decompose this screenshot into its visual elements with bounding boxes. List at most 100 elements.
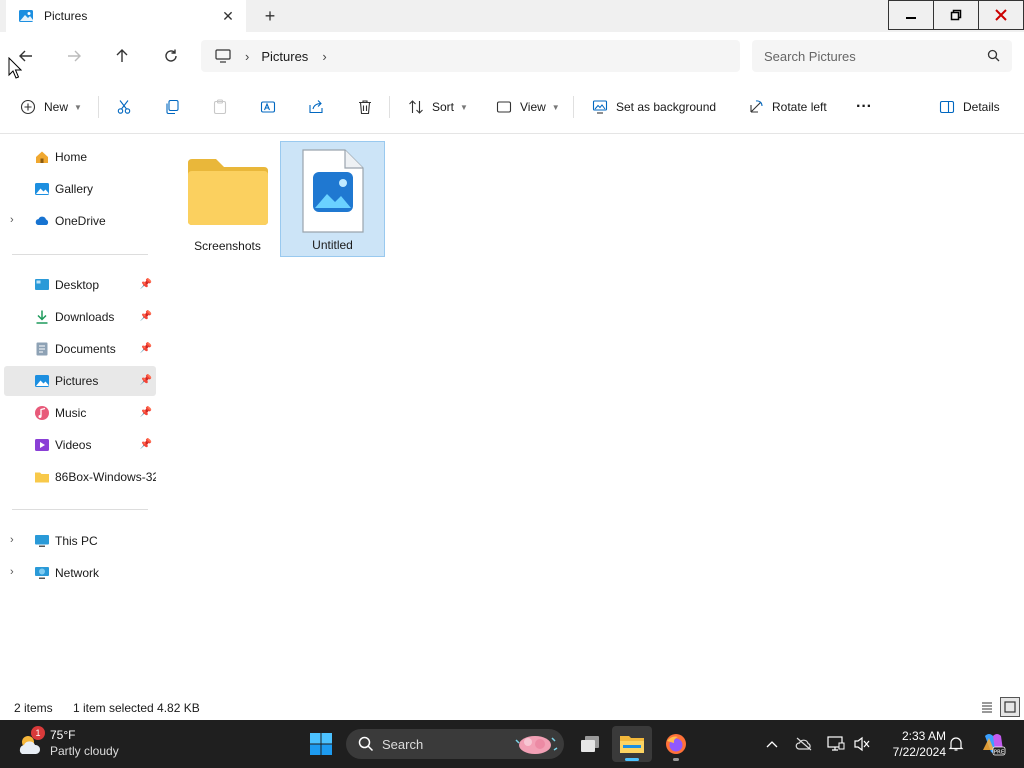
- view-icon: [496, 101, 512, 113]
- breadcrumb-chevron-icon[interactable]: ›: [322, 49, 326, 64]
- nav-item-86box-folder[interactable]: 86Box-Windows-32: [4, 462, 156, 492]
- refresh-button[interactable]: [159, 44, 183, 68]
- nav-item-desktop[interactable]: Desktop 📌: [4, 270, 156, 300]
- nav-label: Documents: [55, 342, 116, 356]
- tab-pictures[interactable]: Pictures ✕: [6, 0, 246, 32]
- cut-button[interactable]: [116, 95, 140, 119]
- breadcrumb-chevron-icon[interactable]: ›: [245, 49, 249, 64]
- close-tab-icon[interactable]: ✕: [220, 8, 236, 24]
- show-hidden-icons-button[interactable]: [762, 734, 782, 754]
- large-icons-view-toggle[interactable]: [1000, 697, 1020, 717]
- folder-icon: [35, 472, 49, 483]
- weather-widget[interactable]: 1 75°F Partly cloudy: [16, 726, 136, 762]
- status-bar: 2 items 1 item selected 4.82 KB: [0, 696, 1024, 720]
- pin-icon[interactable]: 📌: [140, 407, 152, 418]
- more-options-button[interactable]: ···: [856, 95, 872, 119]
- nav-item-downloads[interactable]: Downloads 📌: [4, 302, 156, 332]
- rotate-left-button[interactable]: Rotate left: [748, 95, 827, 119]
- chevron-right-icon[interactable]: ›: [10, 534, 14, 546]
- pin-icon[interactable]: 📌: [140, 375, 152, 386]
- start-button[interactable]: [306, 728, 336, 760]
- copilot-button[interactable]: PRE: [980, 731, 1006, 757]
- details-button[interactable]: Details: [939, 95, 1000, 119]
- file-item-untitled[interactable]: Untitled: [280, 141, 385, 257]
- task-view-icon: [581, 736, 599, 752]
- notifications-button[interactable]: [946, 734, 966, 754]
- breadcrumb-pictures[interactable]: Pictures: [261, 49, 308, 64]
- command-bar: New ▼ Sort ▼ View ▼ Set as background Ro…: [0, 80, 1024, 134]
- paste-icon: [213, 99, 227, 115]
- nav-item-this-pc[interactable]: › This PC: [4, 526, 156, 556]
- pin-icon[interactable]: 📌: [140, 343, 152, 354]
- nav-item-music[interactable]: Music 📌: [4, 398, 156, 428]
- delete-button[interactable]: [357, 95, 381, 119]
- divider: [573, 96, 574, 118]
- paste-button[interactable]: [212, 95, 236, 119]
- close-window-button[interactable]: [978, 0, 1024, 30]
- divider: [389, 96, 390, 118]
- file-explorer-icon: [620, 736, 644, 753]
- minimize-icon: [906, 17, 916, 19]
- file-name: Screenshots: [194, 239, 261, 253]
- share-icon: [309, 100, 323, 114]
- rotate-left-icon: [750, 100, 763, 113]
- onedrive-tray-icon[interactable]: [794, 734, 814, 754]
- nav-label: Music: [55, 406, 87, 420]
- view-button[interactable]: View ▼: [496, 95, 560, 119]
- display-tray-icon[interactable]: [826, 734, 846, 754]
- share-button[interactable]: [308, 95, 332, 119]
- set-as-background-button[interactable]: Set as background: [592, 95, 716, 119]
- new-tab-button[interactable]: +: [260, 6, 280, 26]
- details-view-toggle[interactable]: [977, 697, 997, 717]
- active-app-indicator: [625, 758, 639, 761]
- forward-button[interactable]: [62, 44, 86, 68]
- nav-item-documents[interactable]: Documents 📌: [4, 334, 156, 364]
- details-pane-icon: [939, 100, 955, 114]
- new-label: New: [44, 100, 69, 114]
- chevron-down-icon: ▼: [460, 102, 468, 112]
- nav-label: Home: [55, 150, 88, 164]
- address-bar[interactable]: › Pictures ›: [201, 40, 740, 72]
- restore-button[interactable]: [933, 0, 979, 30]
- nav-item-network[interactable]: › Network: [4, 558, 156, 588]
- nav-item-onedrive[interactable]: › OneDrive: [4, 206, 156, 236]
- nav-label: This PC: [55, 534, 98, 548]
- rename-button[interactable]: [260, 95, 284, 119]
- tab-title: Pictures: [44, 9, 88, 23]
- weather-condition: Partly cloudy: [50, 744, 119, 758]
- taskbar-search[interactable]: Search: [346, 729, 564, 759]
- minimize-button[interactable]: [888, 0, 934, 30]
- file-item-screenshots[interactable]: Screenshots: [175, 141, 280, 257]
- nav-item-pictures[interactable]: Pictures 📌: [4, 366, 156, 396]
- pin-icon[interactable]: 📌: [140, 279, 152, 290]
- nav-item-home[interactable]: Home: [4, 142, 156, 172]
- up-button[interactable]: [110, 44, 134, 68]
- title-bar: Pictures ✕ +: [0, 0, 1024, 32]
- taskbar-app-file-explorer[interactable]: [612, 726, 652, 762]
- volume-tray-icon[interactable]: [852, 734, 872, 754]
- desktop-icon: [35, 279, 49, 290]
- pin-icon[interactable]: 📌: [140, 439, 152, 450]
- chevron-right-icon[interactable]: ›: [10, 214, 14, 226]
- pin-icon[interactable]: 📌: [140, 311, 152, 322]
- task-view-button[interactable]: [570, 726, 610, 762]
- sort-label: Sort: [432, 100, 455, 114]
- sort-button[interactable]: Sort ▼: [408, 95, 468, 119]
- new-button[interactable]: New ▼: [20, 95, 82, 119]
- taskbar-app-firefox[interactable]: [656, 726, 696, 762]
- forward-arrow-icon: [68, 50, 81, 62]
- desktop-background-icon: [592, 100, 608, 114]
- notification-badge: 1: [31, 726, 45, 740]
- search-icon: [358, 736, 374, 752]
- download-arrow-icon: [36, 310, 48, 324]
- chevron-right-icon[interactable]: ›: [10, 566, 14, 578]
- weather-temperature: 75°F: [50, 728, 76, 742]
- nav-item-videos[interactable]: Videos 📌: [4, 430, 156, 460]
- close-icon: [995, 9, 1007, 21]
- nav-item-gallery[interactable]: Gallery: [4, 174, 156, 204]
- bell-icon: [948, 737, 964, 751]
- chevron-down-icon: ▼: [74, 102, 82, 112]
- search-input[interactable]: Search Pictures: [752, 40, 1012, 72]
- system-clock[interactable]: 2:33 AM 7/22/2024: [880, 728, 946, 760]
- copy-button[interactable]: [164, 95, 188, 119]
